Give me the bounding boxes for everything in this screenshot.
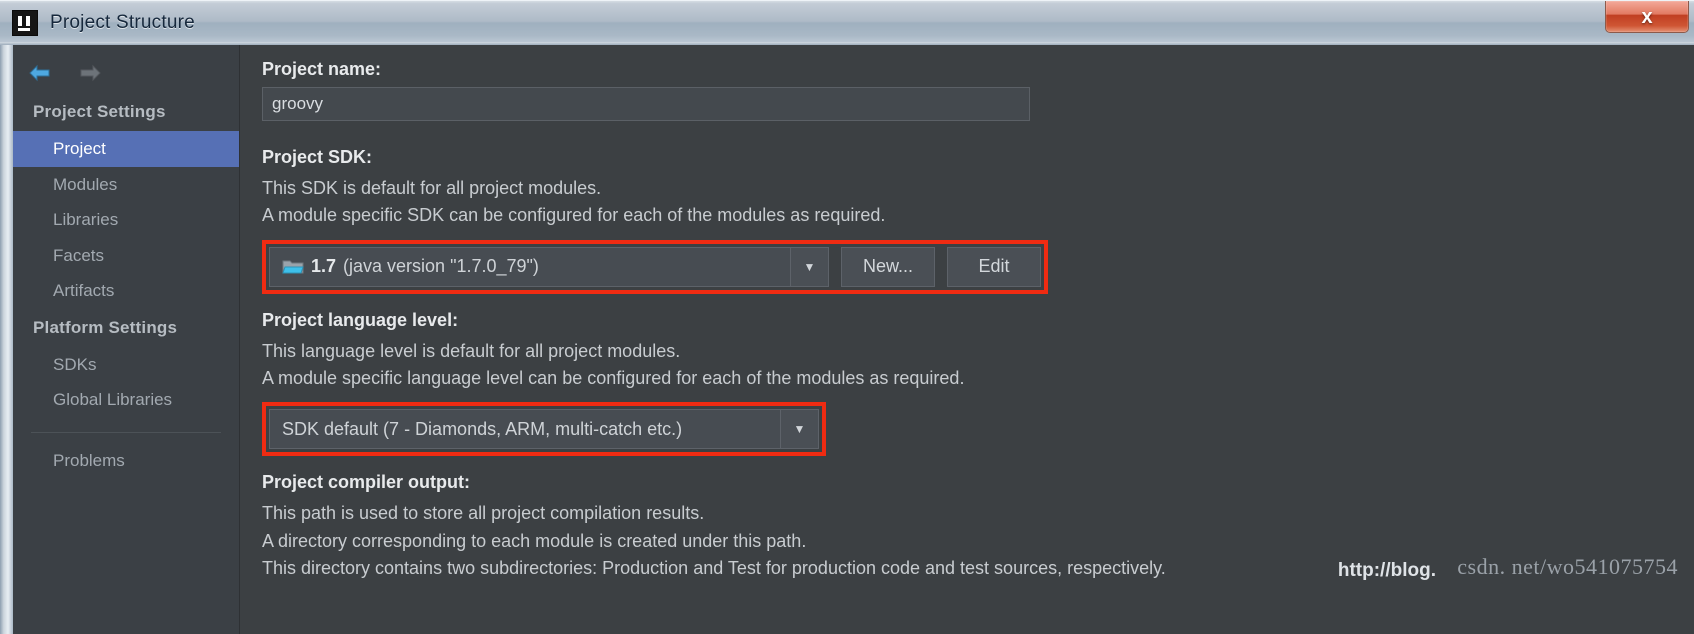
settings-sidebar: Project Settings Project Modules Librari… [13, 45, 240, 634]
sidebar-item-problems[interactable]: Problems [13, 443, 239, 479]
sidebar-item-facets[interactable]: Facets [13, 238, 239, 274]
language-level-desc-line-1: This language level is default for all p… [262, 340, 681, 361]
navigation-arrows [13, 53, 239, 93]
arrow-right-icon [77, 63, 103, 83]
project-sdk-version: 1.7 [311, 256, 337, 277]
folder-icon [282, 258, 304, 275]
intellij-idea-logo-icon [12, 10, 38, 36]
close-button[interactable]: x [1605, 1, 1689, 33]
project-sdk-label: Project SDK: [262, 147, 373, 167]
sidebar-item-sdks[interactable]: SDKs [13, 347, 239, 383]
language-level-highlight-annotation: SDK default (7 - Diamonds, ARM, multi-ca… [262, 402, 826, 457]
edit-sdk-button[interactable]: Edit [947, 246, 1041, 287]
project-settings-panel: Project name: groovy Project SDK: This S… [240, 45, 1694, 634]
project-sdk-java-version: (java version "1.7.0_79") [343, 256, 539, 277]
project-name-label: Project name: [262, 59, 382, 79]
project-language-level-value: SDK default (7 - Diamonds, ARM, multi-ca… [282, 418, 683, 439]
compiler-output-desc-line-1: This path is used to store all project c… [262, 503, 705, 524]
compiler-output-desc-line-2: A directory corresponding to each module… [262, 530, 807, 551]
project-name-input[interactable]: groovy [262, 87, 1030, 121]
project-sdk-highlight-annotation: 1.7 (java version "1.7.0_79") ▼ New... E… [262, 239, 1048, 294]
sidebar-group-platform-settings-header: Platform Settings [33, 317, 178, 337]
new-sdk-button[interactable]: New... [841, 246, 935, 287]
window-left-edge [0, 45, 13, 634]
project-sdk-combobox-value: 1.7 (java version "1.7.0_79") [270, 256, 790, 277]
sidebar-item-modules[interactable]: Modules [13, 167, 239, 203]
compiler-output-desc-line-3: This directory contains two subdirectori… [262, 558, 1166, 579]
sidebar-item-artifacts[interactable]: Artifacts [13, 273, 239, 309]
sidebar-item-project[interactable]: Project [13, 131, 239, 167]
project-sdk-desc-line-1: This SDK is default for all project modu… [262, 178, 602, 198]
project-language-level-combobox[interactable]: SDK default (7 - Diamonds, ARM, multi-ca… [269, 409, 819, 450]
project-sdk-combobox[interactable]: 1.7 (java version "1.7.0_79") ▼ [269, 246, 829, 287]
project-structure-window: Project Structure x Project Settings Pro… [0, 0, 1694, 634]
close-icon: x [1641, 5, 1653, 28]
project-compiler-output-label: Project compiler output: [262, 472, 471, 493]
sidebar-item-global-libraries[interactable]: Global Libraries [13, 382, 239, 418]
window-title: Project Structure [50, 12, 195, 33]
project-sdk-row: 1.7 (java version "1.7.0_79") ▼ New... E… [269, 246, 1041, 287]
project-language-level-label: Project language level: [262, 309, 459, 330]
client-area: Project Settings Project Modules Librari… [0, 45, 1694, 634]
sidebar-divider [31, 431, 221, 433]
title-bar[interactable]: Project Structure x [0, 0, 1694, 45]
chevron-down-icon[interactable]: ▼ [790, 247, 828, 286]
sidebar-item-libraries[interactable]: Libraries [13, 202, 239, 238]
language-level-desc-line-2: A module specific language level can be … [262, 368, 965, 389]
sidebar-group-project-settings-header: Project Settings [33, 102, 166, 121]
project-sdk-desc-line-2: A module specific SDK can be configured … [262, 205, 886, 226]
arrow-left-icon[interactable] [27, 63, 53, 83]
chevron-down-icon[interactable]: ▼ [780, 410, 818, 449]
